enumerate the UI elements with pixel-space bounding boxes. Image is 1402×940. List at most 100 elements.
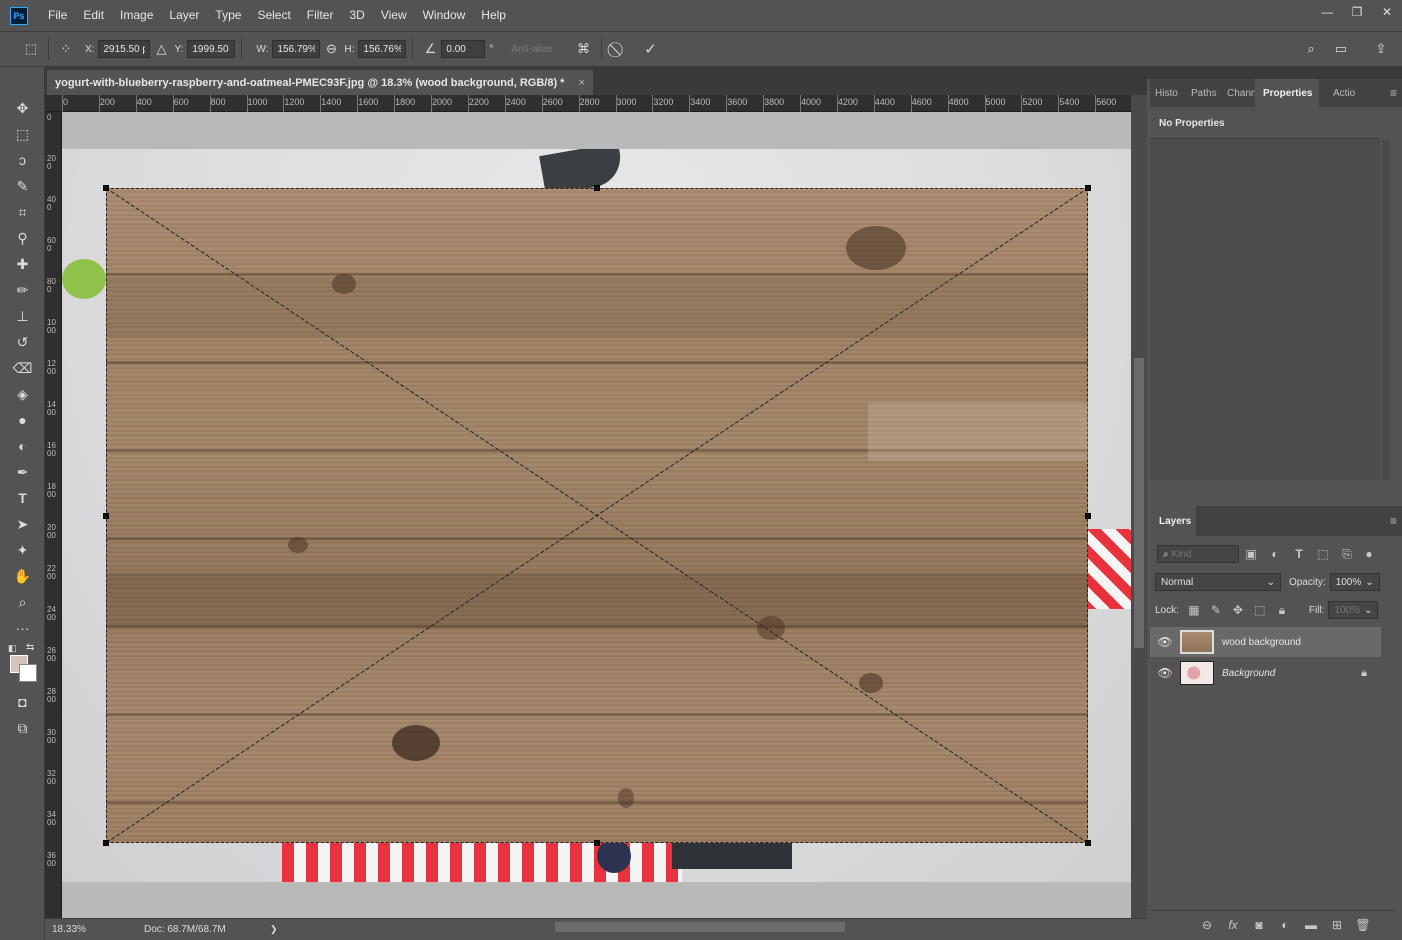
close-window-icon[interactable]: ✕ [1372, 0, 1402, 24]
menu-edit[interactable]: Edit [75, 0, 112, 31]
properties-scrollbar[interactable] [1382, 140, 1390, 480]
pen-tool-icon[interactable]: ✒ [0, 459, 45, 485]
panel-menu-icon[interactable]: ≡ [1385, 79, 1402, 107]
tab-actions[interactable]: Actio [1319, 79, 1359, 107]
delete-layer-icon[interactable]: 🗑︎ [1350, 918, 1376, 932]
transform-handle-right[interactable] [1085, 513, 1091, 519]
transform-handle-top[interactable] [594, 185, 600, 191]
menu-view[interactable]: View [373, 0, 415, 31]
menu-3d[interactable]: 3D [341, 0, 372, 31]
link-layers-icon[interactable]: ⊖ [1194, 918, 1220, 932]
transform-handle-bottom-right[interactable] [1085, 840, 1091, 846]
shape-tool-icon[interactable]: ✦ [0, 537, 45, 563]
height-input[interactable] [358, 40, 407, 58]
link-icon[interactable]: ⊖ [320, 38, 342, 60]
menu-layer[interactable]: Layer [161, 0, 207, 31]
filter-smart-object-icon[interactable]: ⎘ [1335, 547, 1359, 562]
menu-select[interactable]: Select [249, 0, 298, 31]
antialias-label[interactable]: Anti-alias [511, 44, 552, 55]
swap-colors-icon[interactable]: ⇆ [26, 642, 34, 653]
history-brush-tool-icon[interactable]: ↺ [0, 329, 45, 355]
warp-icon[interactable]: ⌘ [573, 38, 595, 60]
add-mask-icon[interactable]: ◙ [1246, 918, 1272, 932]
menu-window[interactable]: Window [415, 0, 474, 31]
dodge-tool-icon[interactable]: ◐ [0, 433, 45, 459]
transform-handle-left[interactable] [103, 513, 109, 519]
layer-style-icon[interactable]: fx [1220, 918, 1246, 932]
more-tools-icon[interactable]: ··· [0, 615, 45, 641]
new-group-icon[interactable]: ▬ [1298, 918, 1324, 932]
wood-background-layer[interactable] [106, 188, 1088, 843]
menu-file[interactable]: File [40, 0, 75, 31]
layer-name[interactable]: Background [1222, 668, 1275, 679]
adjustment-layer-icon[interactable]: ◐ [1272, 918, 1298, 932]
transform-handle-top-left[interactable] [103, 185, 109, 191]
tab-layers[interactable]: Layers [1150, 506, 1196, 536]
paint-bucket-tool-icon[interactable]: ◈ [0, 381, 45, 407]
eraser-tool-icon[interactable]: ⌫ [0, 355, 45, 381]
quick-mask-icon[interactable]: ◘ [0, 689, 45, 715]
fill-input[interactable]: 100% ⌄ [1328, 601, 1379, 619]
lock-transparent-icon[interactable]: ▦ [1183, 603, 1205, 617]
transform-handle-bottom[interactable] [594, 840, 600, 846]
blur-tool-icon[interactable]: ● [0, 407, 45, 433]
zoom-level[interactable]: 18.33% [52, 924, 122, 935]
zoom-tool-icon[interactable]: ⌕ [0, 589, 45, 615]
new-layer-icon[interactable]: ⊞ [1324, 918, 1350, 932]
filter-pixel-icon[interactable]: ▣ [1239, 547, 1263, 561]
share-icon[interactable]: ⇪ [1370, 38, 1392, 60]
close-document-icon[interactable]: × [578, 77, 584, 89]
brush-tool-icon[interactable]: ✏ [0, 277, 45, 303]
relative-position-icon[interactable]: △ [150, 38, 172, 60]
tab-histogram[interactable]: Histo [1150, 79, 1186, 107]
tab-paths[interactable]: Paths [1186, 79, 1222, 107]
healing-brush-tool-icon[interactable]: ✚ [0, 251, 45, 277]
blend-mode-select[interactable]: Normal ⌄ [1155, 573, 1281, 591]
hand-tool-icon[interactable]: ✋ [0, 563, 45, 589]
layer-name[interactable]: wood background [1222, 637, 1301, 648]
path-selection-tool-icon[interactable]: ➤ [0, 511, 45, 537]
cancel-transform-icon[interactable]: ⃠ [608, 38, 630, 60]
ruler-horizontal[interactable]: 0 200 400 600 800 1000 1200 1400 1600 1800 2000 220… [45, 95, 1131, 112]
crop-tool-icon[interactable]: ⌗ [0, 199, 45, 225]
width-input[interactable] [272, 40, 321, 58]
filter-shape-icon[interactable]: ⬚ [1311, 547, 1335, 561]
default-colors-icon[interactable]: ◧ [8, 643, 17, 654]
menu-type[interactable]: Type [207, 0, 249, 31]
layers-menu-icon[interactable]: ≡ [1385, 506, 1402, 536]
reference-point-icon[interactable]: ⁘ [55, 38, 77, 60]
lock-image-icon[interactable]: ✎ [1205, 603, 1227, 617]
ruler-vertical[interactable]: 0 200 400 600 800 1000 1200 1400 1600 1800 2000 220… [45, 112, 62, 918]
layer-row-wood-background[interactable]: 👁︎ wood background [1150, 627, 1381, 657]
menu-image[interactable]: Image [112, 0, 161, 31]
move-tool-icon[interactable]: ✥ [0, 95, 45, 121]
eyedropper-tool-icon[interactable]: ⚲ [0, 225, 45, 251]
transform-tool-icon[interactable]: ⬚ [20, 38, 42, 60]
vertical-scroll-thumb[interactable] [1134, 358, 1144, 648]
transform-handle-top-right[interactable] [1085, 185, 1091, 191]
background-color-swatch[interactable] [19, 664, 37, 682]
type-tool-icon[interactable]: T [0, 485, 45, 511]
workspace-icon[interactable]: ▭ [1330, 38, 1352, 60]
layer-kind-filter[interactable]: ⌕ Kind [1157, 545, 1239, 563]
commit-transform-icon[interactable]: ✓ [640, 38, 662, 60]
restore-icon[interactable]: ❐ [1342, 0, 1372, 24]
status-menu-arrow-icon[interactable]: ❯ [270, 924, 278, 935]
quick-selection-tool-icon[interactable]: ✎ [0, 173, 45, 199]
angle-input[interactable] [441, 40, 486, 58]
tab-channels[interactable]: Chann [1222, 79, 1255, 107]
filter-adjustment-icon[interactable]: ◐ [1263, 547, 1287, 561]
visibility-eye-icon[interactable]: 👁︎ [1150, 666, 1180, 680]
document-tab[interactable]: yogurt-with-blueberry-raspberry-and-oatm… [47, 70, 593, 95]
y-input[interactable] [187, 40, 236, 58]
lasso-tool-icon[interactable]: ↄ [0, 147, 45, 173]
filter-toggle-icon[interactable]: ● [1359, 547, 1379, 561]
visibility-eye-icon[interactable]: 👁︎ [1150, 635, 1180, 649]
transform-handle-bottom-left[interactable] [103, 840, 109, 846]
menu-help[interactable]: Help [473, 0, 514, 31]
tab-properties[interactable]: Properties [1255, 79, 1319, 107]
screen-mode-icon[interactable]: ⧉ [0, 715, 45, 741]
filter-type-icon[interactable]: T [1287, 547, 1311, 561]
layer-row-background[interactable]: 👁︎ Background 🔒︎ [1150, 658, 1381, 688]
x-input[interactable] [98, 40, 151, 58]
